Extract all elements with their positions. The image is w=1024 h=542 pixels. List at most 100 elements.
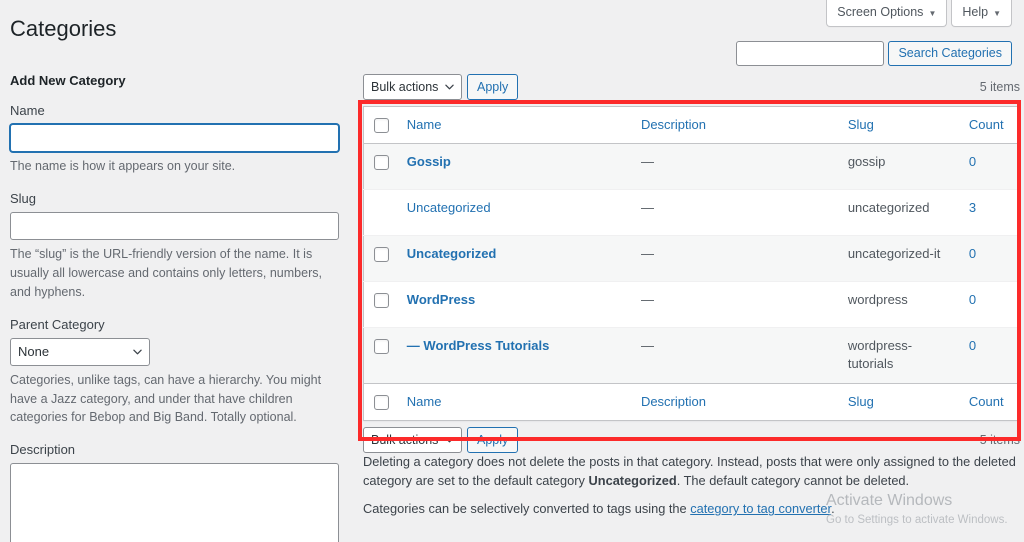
search-categories-form: Search Categories xyxy=(736,41,1012,66)
note-converter-text-b: . xyxy=(831,501,835,517)
column-footer-count[interactable]: Count xyxy=(958,382,1020,421)
apply-button-bottom[interactable]: Apply xyxy=(467,426,519,453)
table-row: Gossip — gossip 0 xyxy=(363,143,1020,190)
parent-category-help: Categories, unlike tags, can have a hier… xyxy=(10,372,322,425)
note-delete-info: Deleting a category does not delete the … xyxy=(363,452,1023,490)
select-all-checkbox[interactable] xyxy=(374,118,389,134)
row-name-cell: Uncategorized xyxy=(397,236,631,282)
category-name-link[interactable]: Uncategorized xyxy=(407,246,497,261)
category-count-link[interactable]: 0 xyxy=(969,292,976,307)
row-slug-cell: uncategorized xyxy=(847,200,930,216)
search-input[interactable] xyxy=(736,41,885,66)
row-count-cell: 0 xyxy=(959,328,1020,383)
row-description-cell: — xyxy=(640,246,654,262)
category-to-tag-converter-link[interactable]: category to tag converter xyxy=(690,501,831,516)
table-foot: Name Description Slug Count xyxy=(363,382,1020,421)
page-title: Categories xyxy=(10,16,117,41)
categories-list-area: Bulk actions Apply 5 items Name Descript… xyxy=(363,72,1020,455)
column-footer-description[interactable]: Description xyxy=(630,382,838,421)
parent-category-select[interactable]: None xyxy=(10,337,150,366)
column-footer-name[interactable]: Name xyxy=(396,382,631,421)
screen-options-label: Screen Options xyxy=(837,5,924,19)
name-input[interactable] xyxy=(10,124,339,153)
row-checkbox[interactable] xyxy=(374,155,389,171)
bulk-actions-select-wrap-top: Bulk actions xyxy=(363,74,462,100)
field-slug: Slug The “slug” is the URL-friendly vers… xyxy=(10,190,339,301)
row-checkbox-cell xyxy=(364,190,397,236)
screen-options-button[interactable]: Screen Options ▼ xyxy=(826,0,948,27)
table-footer-row: Name Description Slug Count xyxy=(363,382,1020,421)
category-count-link[interactable]: 0 xyxy=(969,154,976,169)
row-slug-cell: uncategorized-it xyxy=(847,246,941,262)
column-header-count[interactable]: Count xyxy=(958,106,1020,145)
row-checkbox-cell xyxy=(364,282,397,328)
category-name-link[interactable]: — WordPress Tutorials xyxy=(407,338,550,353)
name-label: Name xyxy=(10,103,45,119)
column-header-description[interactable]: Description xyxy=(630,106,838,145)
table-row: WordPress — wordpress 0 xyxy=(363,282,1020,328)
row-name-cell: WordPress xyxy=(397,282,631,328)
bulk-actions-select-wrap-bottom: Bulk actions xyxy=(363,426,462,453)
row-slug-cell: wordpress-tutorials xyxy=(847,338,913,372)
row-checkbox-cell xyxy=(364,236,397,282)
add-new-category-form: Add New Category Name The name is how it… xyxy=(0,72,348,542)
column-header-slug[interactable]: Slug xyxy=(837,106,959,145)
apply-button-top[interactable]: Apply xyxy=(467,74,519,100)
table-row: Uncategorized — uncategorized-it 0 xyxy=(363,235,1020,282)
row-checkbox[interactable] xyxy=(374,247,389,263)
bulk-actions-select-bottom[interactable]: Bulk actions xyxy=(363,426,462,453)
category-count-link[interactable]: 0 xyxy=(969,338,976,353)
select-all-checkbox-footer[interactable] xyxy=(374,394,389,410)
table-head: Name Description Slug Count xyxy=(363,106,1020,145)
select-all-header xyxy=(363,106,397,145)
chevron-down-icon: ▼ xyxy=(928,8,937,18)
slug-input[interactable] xyxy=(10,212,339,241)
chevron-down-icon: ▼ xyxy=(993,8,1001,18)
table-body: Gossip — gossip 0 Uncategorized — uncategorize… xyxy=(363,143,1020,384)
add-new-category-heading: Add New Category xyxy=(10,73,126,88)
row-count-cell: 3 xyxy=(959,190,1020,236)
column-footer-slug[interactable]: Slug xyxy=(837,382,959,421)
category-count-link[interactable]: 0 xyxy=(969,246,976,261)
description-textarea[interactable] xyxy=(10,463,339,542)
field-description: Description The description is not promi… xyxy=(10,441,339,542)
row-name-cell: Gossip xyxy=(397,144,631,190)
search-categories-button[interactable]: Search Categories xyxy=(888,41,1012,66)
row-description-cell: — xyxy=(640,292,654,308)
table-row: Uncategorized — uncategorized 3 xyxy=(363,190,1020,236)
category-name-link[interactable]: WordPress xyxy=(407,292,475,307)
row-name-cell: — WordPress Tutorials xyxy=(397,328,631,383)
row-checkbox-cell xyxy=(364,328,397,383)
footer-notes: Deleting a category does not delete the … xyxy=(363,452,1023,528)
row-slug-cell: gossip xyxy=(847,154,886,170)
row-checkbox-cell xyxy=(364,144,397,190)
row-description-cell: — xyxy=(640,338,654,354)
column-header-name[interactable]: Name xyxy=(396,106,631,145)
note-default-category-name: Uncategorized xyxy=(588,473,677,489)
row-checkbox[interactable] xyxy=(374,339,389,355)
description-label: Description xyxy=(10,442,76,457)
row-description-cell: — xyxy=(640,154,654,170)
table-header-row: Name Description Slug Count xyxy=(363,106,1020,145)
bulk-actions-select-top[interactable]: Bulk actions xyxy=(363,74,462,100)
categories-table: Name Description Slug Count Gossip — gossi… xyxy=(363,106,1020,421)
category-count-link[interactable]: 3 xyxy=(969,200,976,215)
select-all-footer xyxy=(363,382,397,421)
help-button[interactable]: Help ▼ xyxy=(951,0,1012,27)
name-help: The name is how it appears on your site. xyxy=(10,159,236,174)
field-name: Name The name is how it appears on your … xyxy=(10,102,339,176)
category-name-link[interactable]: Uncategorized xyxy=(407,200,491,215)
row-count-cell: 0 xyxy=(959,236,1020,282)
help-label: Help xyxy=(962,5,989,19)
category-name-link[interactable]: Gossip xyxy=(407,154,451,169)
note-converter-info: Categories can be selectively converted … xyxy=(363,499,1023,518)
categories-admin-page: Screen Options ▼ Help ▼ Categories Searc… xyxy=(0,0,1024,542)
field-parent-category: Parent Category None Categories, unlike … xyxy=(10,316,338,427)
parent-category-select-wrap: None xyxy=(10,337,150,366)
row-name-cell: Uncategorized xyxy=(397,190,631,236)
row-count-cell: 0 xyxy=(959,144,1020,190)
screen-meta-bar: Screen Options ▼ Help ▼ xyxy=(826,0,1012,27)
parent-category-label: Parent Category xyxy=(10,316,105,332)
row-slug-cell: wordpress xyxy=(847,292,908,308)
row-checkbox[interactable] xyxy=(374,293,389,309)
